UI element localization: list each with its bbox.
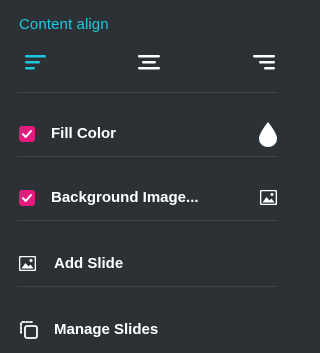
image-icon [18, 255, 37, 272]
checkmark-icon [22, 130, 32, 138]
divider [17, 92, 278, 93]
content-align-title: Content align [19, 16, 109, 33]
divider [17, 156, 278, 157]
background-image-checkbox[interactable] [19, 190, 35, 206]
align-left-button[interactable] [22, 48, 52, 78]
align-center-icon [138, 55, 160, 70]
divider [17, 220, 278, 221]
align-right-button[interactable] [249, 48, 279, 78]
align-left-icon [25, 55, 46, 70]
background-image-label: Background Image... [51, 189, 199, 206]
image-icon [259, 189, 278, 206]
fill-color-row[interactable]: Fill Color [0, 114, 296, 154]
add-slide-row[interactable]: Add Slide [0, 244, 296, 284]
manage-slides-label: Manage Slides [54, 321, 159, 338]
droplet-icon [259, 122, 277, 147]
fill-color-checkbox[interactable] [19, 126, 35, 142]
add-slide-label: Add Slide [54, 255, 124, 272]
content-align-group [0, 48, 296, 78]
background-image-row[interactable]: Background Image... [0, 178, 296, 218]
background-image-button[interactable] [259, 189, 278, 210]
fill-color-picker-button[interactable] [257, 120, 279, 153]
manage-slides-row[interactable]: Manage Slides [0, 310, 296, 350]
fill-color-label: Fill Color [51, 125, 116, 142]
align-right-icon [253, 55, 275, 70]
divider [17, 286, 278, 287]
checkmark-icon [22, 194, 32, 202]
manage-slides-icon [20, 321, 38, 339]
content-panel: Content align Fill Color Background Imag… [0, 0, 296, 353]
manage-slides-icon-wrapper [19, 320, 39, 345]
align-center-button[interactable] [134, 48, 164, 78]
add-slide-icon-wrapper [18, 255, 37, 276]
